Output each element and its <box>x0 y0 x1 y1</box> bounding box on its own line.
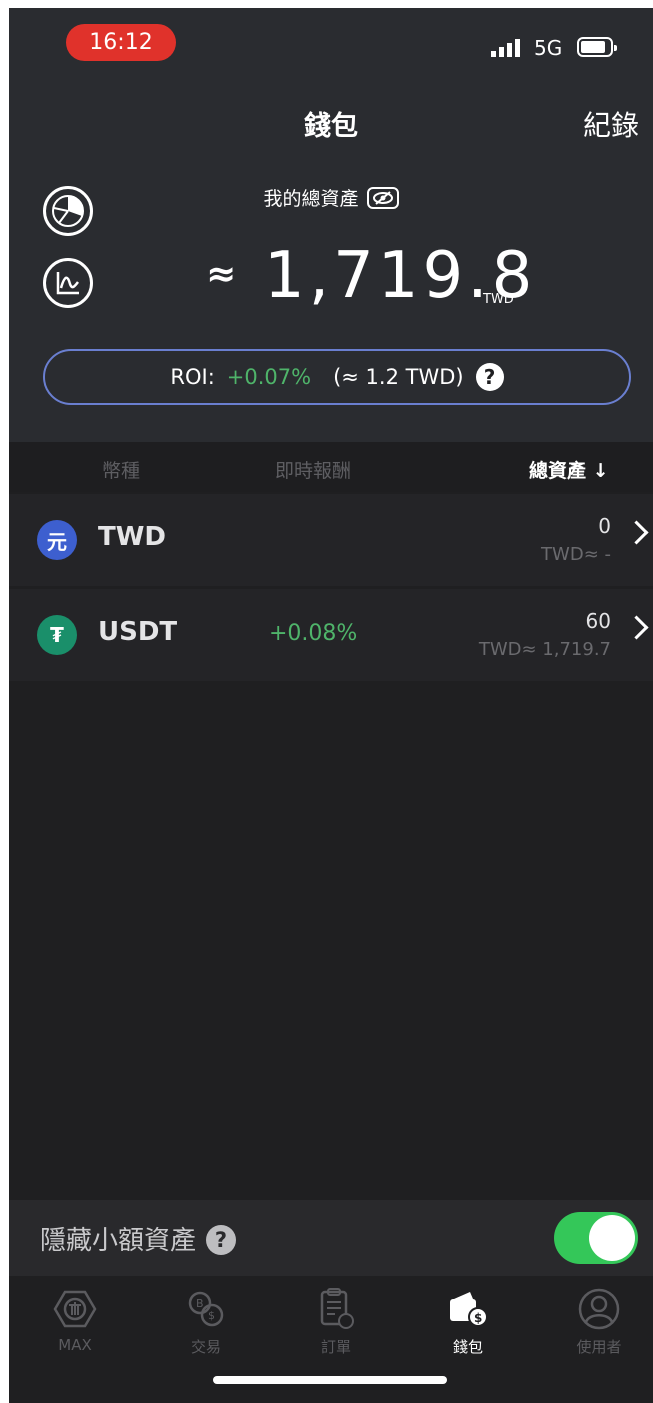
help-icon[interactable]: ? <box>206 1224 237 1255</box>
tab-exchange[interactable]: B $ 交易 <box>151 1286 261 1357</box>
asset-row-twd[interactable]: 元 TWD 0 TWD≈ - <box>9 494 653 586</box>
user-icon <box>544 1286 653 1332</box>
wallet-header: 16:12 5G 錢包 紀錄 我的總資產 ≈ 1,719.8 TWD ROI: … <box>9 8 653 442</box>
chevron-right-icon <box>624 615 649 640</box>
approx-symbol: ≈ <box>206 254 237 295</box>
coin-twd-value: TWD≈ - <box>541 544 611 565</box>
roi-label: ROI: <box>170 365 215 389</box>
line-chart-icon[interactable] <box>43 258 93 308</box>
usdt-coin-icon: ₮ <box>37 615 77 655</box>
home-indicator <box>213 1376 447 1384</box>
hide-small-assets-bar: 隱藏小額資產? <box>9 1200 653 1276</box>
wallet-screen: 16:12 5G 錢包 紀錄 我的總資產 ≈ 1,719.8 TWD ROI: … <box>9 8 653 1403</box>
chevron-right-icon <box>624 520 649 545</box>
status-time: 16:12 <box>66 24 176 61</box>
tab-max[interactable]: MAX <box>20 1286 130 1354</box>
roi-pill[interactable]: ROI: +0.07% (≈ 1.2 TWD) ? <box>43 349 631 405</box>
battery-icon <box>577 37 617 57</box>
coin-amount: 60 <box>585 609 611 633</box>
header-realtime-return[interactable]: 即時報酬 <box>275 456 351 483</box>
tab-wallet[interactable]: $ 錢包 <box>413 1286 523 1357</box>
amount-unit: TWD <box>483 292 514 307</box>
svg-text:B: B <box>196 1297 204 1310</box>
table-header: 幣種 即時報酬 總資產 ↓ <box>9 442 653 492</box>
header-currency[interactable]: 幣種 <box>102 456 140 483</box>
coin-amount: 0 <box>598 514 611 538</box>
eye-hide-icon[interactable] <box>366 186 399 209</box>
twd-coin-icon: 元 <box>37 520 77 560</box>
svg-text:$: $ <box>208 1309 215 1322</box>
wallet-icon: $ <box>413 1286 523 1332</box>
orders-icon <box>281 1286 391 1332</box>
roi-value: (≈ 1.2 TWD) <box>333 365 464 389</box>
exchange-icon: B $ <box>151 1286 261 1332</box>
max-logo-icon <box>20 1286 130 1332</box>
roi-percent: +0.07% <box>226 365 312 389</box>
asset-row-usdt[interactable]: ₮ USDT +0.08% 60 TWD≈ 1,719.7 <box>9 589 653 681</box>
coin-roi: +0.08% <box>269 621 358 646</box>
coin-symbol: TWD <box>98 522 166 552</box>
network-type: 5G <box>534 36 563 60</box>
coin-twd-value: TWD≈ 1,719.7 <box>478 639 611 660</box>
header-total-assets[interactable]: 總資產 ↓ <box>529 456 609 483</box>
coin-symbol: USDT <box>98 617 178 647</box>
records-button[interactable]: 紀錄 <box>583 104 639 144</box>
page-title: 錢包 <box>304 111 358 142</box>
total-assets-label: 我的總資產 <box>9 184 653 211</box>
help-icon[interactable]: ? <box>475 363 504 391</box>
hide-small-assets-label: 隱藏小額資產? <box>40 1220 237 1257</box>
hide-small-assets-toggle[interactable] <box>554 1212 638 1264</box>
svg-text:$: $ <box>474 1311 482 1325</box>
signal-icon <box>491 39 520 57</box>
tab-orders[interactable]: 訂單 <box>281 1286 391 1357</box>
tab-user[interactable]: 使用者 <box>544 1286 653 1357</box>
